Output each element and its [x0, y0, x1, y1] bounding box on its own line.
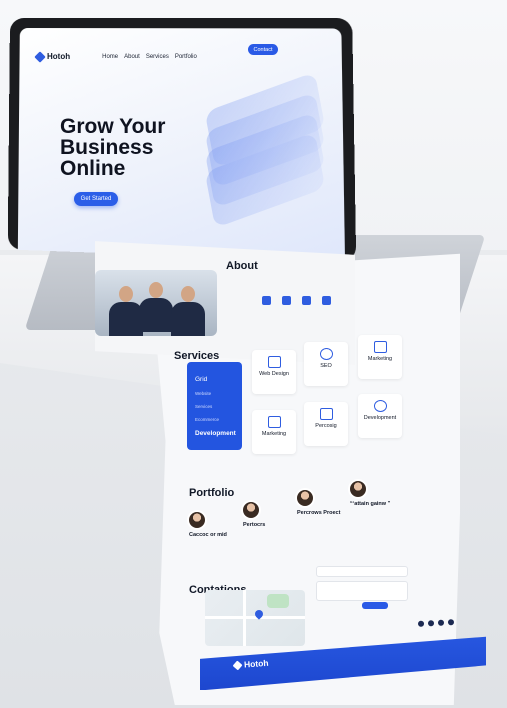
monitor-icon — [267, 356, 281, 368]
hero-graphic — [200, 71, 326, 229]
location-map[interactable] — [205, 590, 305, 646]
service-card[interactable]: Marketing — [358, 335, 402, 379]
footer-brand: Hotoh — [243, 657, 269, 670]
portfolio-item-title: Caccoc or mid — [189, 532, 227, 538]
document-icon — [319, 408, 333, 420]
portfolio-item[interactable]: “ʻattain gainw ” — [350, 481, 404, 507]
feature-icon — [322, 296, 331, 305]
avatar — [297, 490, 313, 506]
portfolio-item[interactable]: Caccoc or mid — [189, 512, 243, 538]
map-park — [267, 594, 289, 608]
site-nav: Hotoh Home About Services Portfolio — [34, 50, 197, 63]
service-card-title: Marketing — [261, 431, 287, 437]
nav-link-portfolio[interactable]: Portfolio — [175, 54, 197, 60]
about-title: About — [226, 260, 258, 272]
search-icon — [319, 348, 333, 360]
avatar — [350, 481, 366, 497]
service-card[interactable]: Web Design — [252, 350, 296, 394]
hero-title: Grow Your Business Online — [60, 115, 166, 180]
service-card[interactable]: Development — [358, 394, 402, 438]
logo-icon — [34, 50, 46, 63]
name-field[interactable] — [316, 566, 408, 577]
feature-icon — [262, 296, 271, 305]
service-card[interactable]: SEO — [304, 342, 348, 386]
service-card-title: Web Design — [259, 371, 289, 377]
get-started-button[interactable]: Get Started — [74, 192, 118, 206]
person-figure — [171, 286, 205, 336]
send-button[interactable] — [362, 602, 388, 609]
services-menu-item[interactable]: Services — [187, 400, 242, 413]
person-figure — [109, 286, 143, 336]
portfolio-item-title: Percrows Proect — [297, 510, 341, 516]
brand-logo[interactable]: Hotoh — [34, 50, 71, 63]
portfolio-item[interactable]: Percrows Proect — [297, 490, 351, 516]
about-icons — [262, 296, 331, 305]
services-menu-item[interactable]: Development — [187, 426, 242, 441]
message-field[interactable] — [316, 581, 408, 601]
social-icon[interactable] — [417, 620, 425, 627]
nav-link-home[interactable]: Home — [102, 54, 118, 60]
nav-link-services[interactable]: Services — [146, 54, 169, 60]
logo-icon — [232, 660, 243, 670]
scene: Hotoh Home About Services Portfolio Cont… — [0, 0, 507, 708]
brand-name: Hotoh — [47, 52, 71, 61]
service-card-title: Marketing — [367, 356, 393, 362]
avatar — [189, 512, 205, 528]
portfolio-item-title: “ʻattain gainw ” — [350, 501, 391, 507]
portfolio-item-title: Pertocrs — [243, 522, 266, 528]
portfolio-title: Portfolio — [189, 487, 235, 499]
feature-icon — [302, 296, 311, 305]
nav-links: Home About Services Portfolio — [102, 54, 197, 60]
chart-icon — [373, 341, 387, 353]
service-card[interactable]: Marketing — [252, 410, 296, 454]
service-card-title: Development — [363, 415, 397, 421]
services-menu-item[interactable]: Website — [187, 387, 242, 400]
services-menu-item[interactable]: Grid — [187, 372, 242, 387]
person-figure — [139, 282, 173, 332]
megaphone-icon — [267, 416, 281, 428]
services-title: Services — [174, 350, 220, 362]
social-icon[interactable] — [447, 619, 455, 626]
service-card-title: Percosig — [315, 423, 337, 429]
portfolio-item[interactable]: Pertocrs — [243, 502, 297, 528]
avatar — [243, 502, 259, 518]
services-menu: Grid Website Services Ecommerce Developm… — [187, 362, 242, 450]
social-icon[interactable] — [427, 620, 435, 627]
team-photo — [95, 270, 217, 336]
service-card[interactable]: Percosig — [304, 402, 348, 446]
services-menu-item[interactable]: Ecommerce — [187, 413, 242, 426]
gear-icon — [373, 400, 387, 412]
map-road — [243, 590, 246, 646]
nav-link-about[interactable]: About — [124, 54, 140, 60]
feature-icon — [282, 296, 291, 305]
contact-button[interactable]: Contact — [248, 44, 278, 55]
social-icon[interactable] — [437, 619, 445, 626]
service-card-title: SEO — [320, 363, 332, 369]
